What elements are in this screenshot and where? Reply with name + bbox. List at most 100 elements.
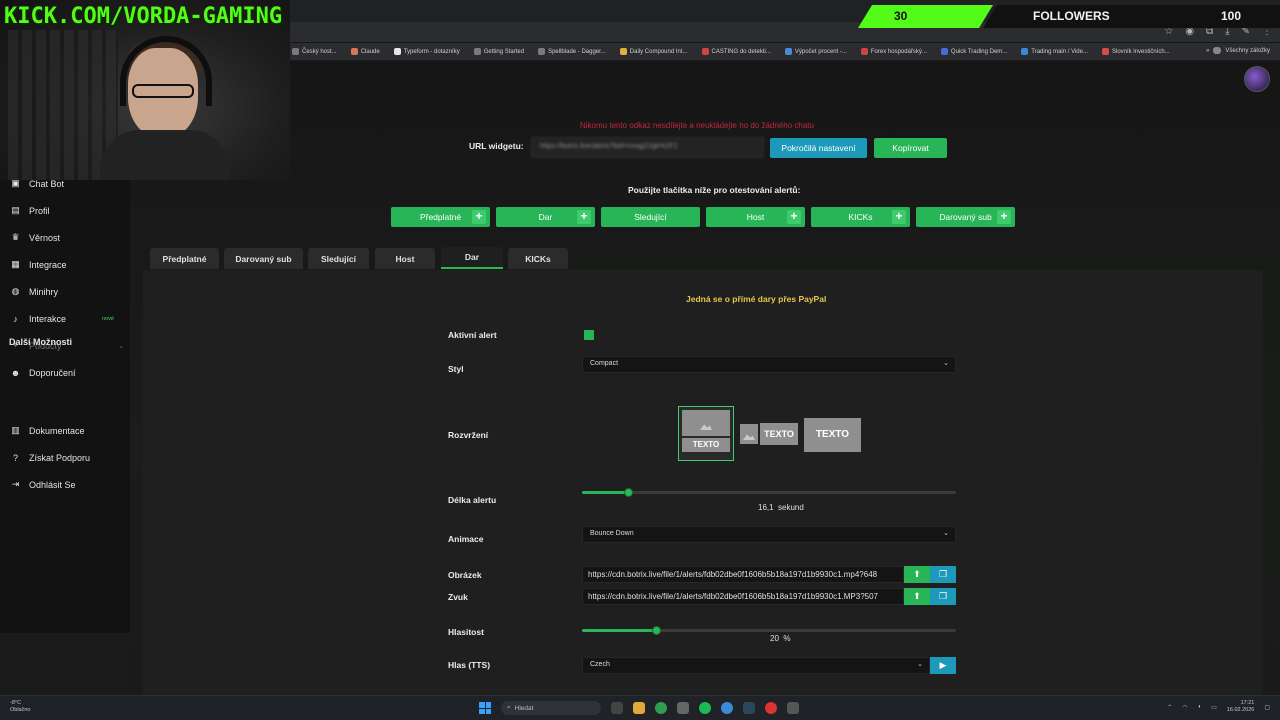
duration-value: 16,1 sekund	[758, 503, 804, 512]
gamepad-icon: ◍	[11, 286, 20, 296]
logout-icon: ⇥	[11, 479, 20, 489]
book-icon: ▥	[11, 425, 20, 435]
bookmark-item[interactable]: Quick Trading Dem...	[940, 48, 1007, 55]
slider-fill	[582, 491, 630, 494]
plus-icon: +	[892, 210, 906, 224]
bookmark-item[interactable]: Getting Started	[473, 48, 524, 55]
bookmark-item[interactable]: Trading main / Vide...	[1021, 48, 1088, 55]
bookmark-item[interactable]: Claude	[350, 48, 380, 55]
sidebar-item-vernost[interactable]: ♛ Věrnost	[10, 232, 128, 243]
duration-slider[interactable]	[582, 488, 956, 497]
test-subscription-button[interactable]: Předplatné +	[391, 207, 490, 227]
upload-icon[interactable]: ⬆	[904, 566, 930, 583]
puzzle-icon: ▦	[11, 259, 20, 269]
image-placeholder-icon	[740, 424, 758, 444]
test-follower-button[interactable]: Sledující	[601, 207, 700, 227]
slider-handle[interactable]	[651, 626, 661, 635]
chrome-icon[interactable]	[655, 702, 667, 714]
gallery-icon[interactable]: ❐	[930, 588, 956, 605]
layout-option-stacked[interactable]: TEXTO	[678, 406, 734, 461]
active-alert-checkbox[interactable]	[584, 330, 594, 340]
all-bookmarks-link[interactable]: » Všechny záložky	[1206, 47, 1270, 54]
bookmark-item[interactable]: Výpočet procent -...	[784, 48, 847, 55]
layout-label: Rozvržení	[448, 430, 489, 440]
play-icon[interactable]: ▶	[930, 657, 956, 674]
plus-icon: +	[577, 210, 591, 224]
style-select[interactable]: Compact ⌄	[582, 356, 956, 373]
users-icon: ☻	[10, 367, 21, 378]
volume-value: 20 %	[770, 634, 791, 643]
sidebar-item-profil[interactable]: ▤ Profil	[10, 205, 128, 216]
steam-icon[interactable]	[743, 702, 755, 714]
spotify-icon[interactable]	[699, 702, 711, 714]
layout-option-overlay[interactable]: TEXTO	[804, 418, 861, 452]
bookmark-item[interactable]: Typeform - dotazníky	[393, 48, 460, 55]
tab-darovany-sub[interactable]: Darovaný sub	[224, 248, 303, 269]
volume-label: Hlasitost	[448, 627, 484, 637]
test-host-button[interactable]: Host +	[706, 207, 805, 227]
animation-select[interactable]: Bounce Down ⌄	[582, 526, 956, 543]
chevron-up-icon[interactable]: ⌃	[1167, 704, 1172, 711]
tab-host[interactable]: Host	[375, 248, 435, 269]
image-placeholder-icon	[682, 410, 730, 436]
sidebar-item-doporuceni[interactable]: ☻ Doporučení	[10, 367, 128, 378]
chevron-right-icon: »	[1205, 47, 1210, 54]
tab-dar[interactable]: Dar	[441, 247, 503, 269]
duration-label: Délka alertu	[448, 495, 497, 505]
sidebar-item-integrace[interactable]: ▦ Integrace	[10, 259, 128, 270]
sidebar-item-ziskat-podporu[interactable]: ? Získat Podporu	[10, 452, 128, 463]
bookmark-item[interactable]: Daily Compound Int...	[619, 48, 688, 55]
notification-icon[interactable]: ▢	[1264, 704, 1270, 711]
style-label: Styl	[448, 364, 464, 374]
upload-icon[interactable]: ⬆	[904, 588, 930, 605]
advanced-settings-button[interactable]: Pokročilá nastavení	[770, 138, 867, 158]
copy-button[interactable]: Kopírovat	[874, 138, 947, 158]
bookmark-item[interactable]: CASTING do detekti...	[701, 48, 771, 55]
question-icon: ?	[12, 452, 18, 463]
image-url-field[interactable]: https://cdn.botrix.live/file/1/alerts/fd…	[582, 566, 904, 583]
clock[interactable]: 17:21 16.02.2026	[1227, 700, 1255, 714]
new-badge: nové	[102, 315, 114, 322]
tab-kicks[interactable]: KICKs	[508, 248, 568, 269]
taskbar-apps: ⌕ Hledat	[479, 701, 799, 715]
sidebar-item-dokumentace[interactable]: ▥ Dokumentace	[10, 425, 128, 436]
sidebar-item-minihry[interactable]: ◍ Minihry	[10, 286, 128, 297]
file-explorer-icon[interactable]	[633, 702, 645, 714]
task-view-icon[interactable]	[611, 702, 623, 714]
sidebar-item-interakce[interactable]: ♪ Interakce nové	[10, 313, 128, 324]
bookmark-item[interactable]: Forex hospodářský...	[860, 48, 927, 55]
volume-slider[interactable]	[582, 626, 956, 635]
wifi-icon[interactable]: ◠	[1182, 704, 1187, 711]
test-gifted-sub-button[interactable]: Darovaný sub +	[916, 207, 1015, 227]
layout-option-inline[interactable]: TEXTO	[740, 418, 798, 450]
weather-widget[interactable]: -8°C Oblačno	[10, 700, 31, 714]
avatar[interactable]	[1244, 66, 1270, 92]
bookmark-item[interactable]: Český host...	[292, 48, 337, 55]
gallery-icon[interactable]: ❐	[930, 566, 956, 583]
tab-sledujici[interactable]: Sledující	[308, 248, 369, 269]
sidebar-item-odhlasit[interactable]: ⇥ Odhlásit Se	[10, 479, 128, 490]
follower-count: 30	[894, 9, 908, 23]
sound-url-field[interactable]: https://cdn.botrix.live/file/1/alerts/fd…	[582, 588, 904, 605]
image-label: Obrázek	[448, 570, 482, 580]
url-warning: Nikomu tento odkaz nesdílejte a neukláde…	[580, 121, 814, 130]
windows-start-icon[interactable]	[479, 702, 491, 714]
bookmark-item[interactable]: Spellblade - Dagger...	[538, 48, 606, 55]
chrome-icon[interactable]	[765, 702, 777, 714]
trophy-icon: ♛	[11, 232, 20, 242]
volume-icon[interactable]: ◖	[1198, 704, 1202, 710]
bookmark-item[interactable]: Slovník investičních...	[1101, 48, 1170, 55]
system-tray: ⌃ ◠ ◖ ▭ 17:21 16.02.2026 ▢	[1167, 700, 1270, 714]
taskbar-search[interactable]: ⌕ Hledat	[501, 701, 601, 715]
battery-icon[interactable]: ▭	[1211, 704, 1217, 711]
tab-predplatne[interactable]: Předplatné	[150, 248, 219, 269]
id-card-icon: ▤	[11, 205, 20, 215]
bookmarks-bar: Český host... Claude Typeform - dotazník…	[290, 43, 1280, 61]
tts-voice-select[interactable]: Czech ⌄	[582, 657, 930, 674]
test-kicks-button[interactable]: KICKs +	[811, 207, 910, 227]
test-donation-button[interactable]: Dar +	[496, 207, 595, 227]
app-icon[interactable]	[787, 702, 799, 714]
app-icon[interactable]	[677, 702, 689, 714]
widget-url-field[interactable]: https://botrix.live/alerts?bid=mvqg22gk%…	[531, 137, 764, 158]
discord-icon[interactable]	[721, 702, 733, 714]
